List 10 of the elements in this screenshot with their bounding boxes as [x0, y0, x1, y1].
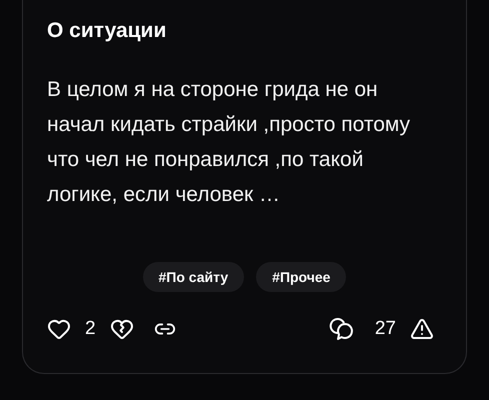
comment-count: 27: [374, 318, 396, 340]
warning-icon[interactable]: [410, 317, 434, 341]
like-icon[interactable]: [47, 317, 71, 341]
tag-link[interactable]: #Прочее: [256, 262, 346, 292]
broken-heart-icon[interactable]: [110, 317, 134, 341]
tag-link[interactable]: #По сайту: [142, 262, 244, 292]
like-count: 2: [85, 318, 96, 340]
post-title: О ситуации: [47, 18, 168, 44]
comments-icon[interactable]: [328, 317, 355, 341]
post-text: В целом я на стороне грида не он начал кидать страйки ,просто потому что чел не понравился ,по такой логике, если человек …: [47, 77, 412, 208]
